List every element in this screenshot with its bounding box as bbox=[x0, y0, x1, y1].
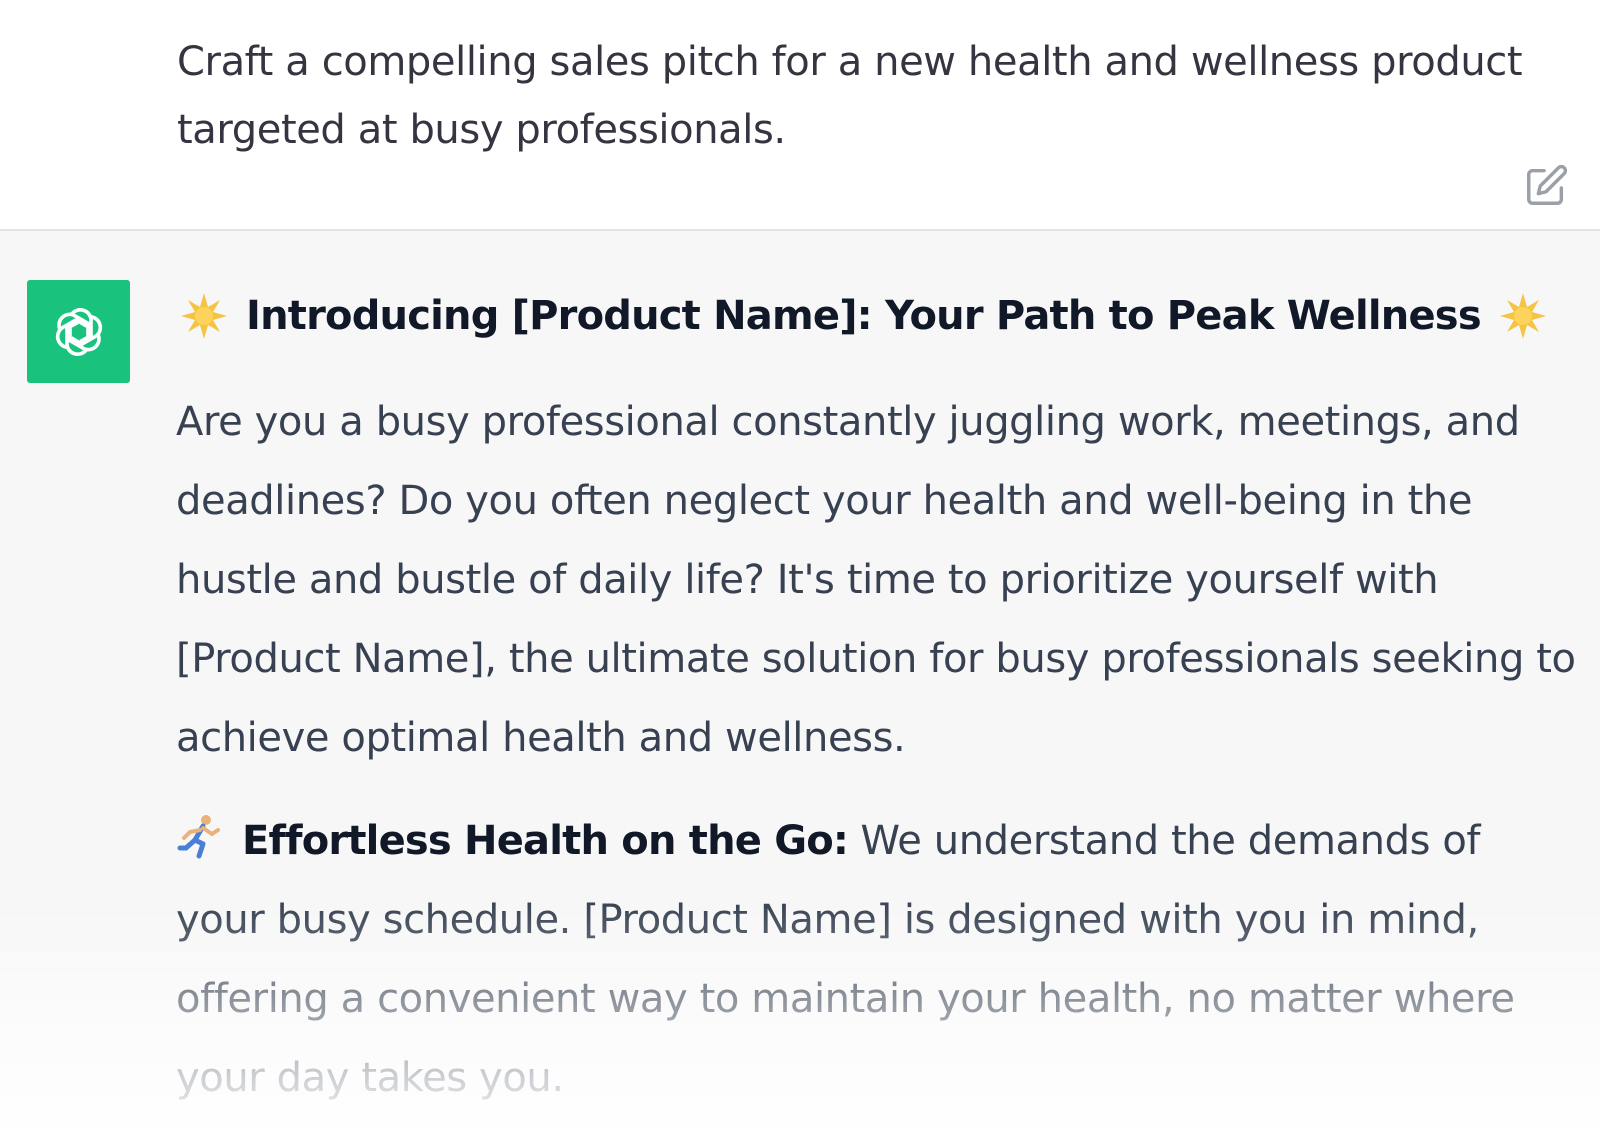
pitch-heading-text: Introducing [Product Name]: Your Path to… bbox=[246, 293, 1482, 339]
assistant-message-content: Introducing [Product Name]: Your Path to… bbox=[176, 283, 1576, 1118]
openai-logo-icon bbox=[55, 307, 102, 356]
user-message: Craft a compelling sales pitch for a new… bbox=[0, 0, 1600, 231]
sparkle-sun-icon bbox=[181, 293, 227, 339]
edit-message-button[interactable] bbox=[1523, 163, 1569, 209]
assistant-message: Introducing [Product Name]: Your Path to… bbox=[0, 231, 1600, 1130]
user-message-text: Craft a compelling sales pitch for a new… bbox=[177, 39, 1523, 153]
assistant-avatar bbox=[27, 280, 130, 383]
intro-paragraph: Are you a busy professional constantly j… bbox=[176, 399, 1576, 761]
sparkle-sun-icon bbox=[1499, 293, 1546, 339]
feature-title: Effortless Health on the Go: bbox=[242, 818, 849, 864]
feature-paragraph: Effortless Health on the Go: We understa… bbox=[176, 802, 1576, 1118]
edit-pencil-icon[interactable] bbox=[1523, 163, 1569, 209]
running-person-icon bbox=[177, 815, 220, 859]
pitch-heading: Introducing [Product Name]: Your Path to… bbox=[176, 283, 1576, 349]
chat-page: Craft a compelling sales pitch for a new… bbox=[0, 0, 1600, 1130]
